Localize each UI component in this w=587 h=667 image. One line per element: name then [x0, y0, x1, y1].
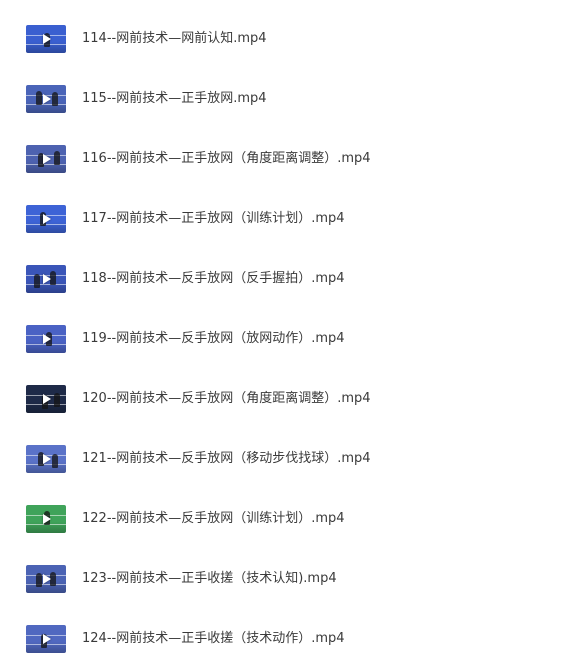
play-icon [43, 94, 51, 104]
file-name[interactable]: 121--网前技术—反手放网（移动步伐找球）.mp4 [82, 450, 371, 468]
play-icon [43, 634, 51, 644]
video-thumbnail-icon[interactable] [26, 25, 66, 53]
play-icon [43, 394, 51, 404]
file-name[interactable]: 114--网前技术—网前认知.mp4 [82, 30, 267, 48]
file-row[interactable]: 124--网前技术—正手收搓（技术动作）.mp4 [0, 619, 587, 659]
file-row[interactable]: 116--网前技术—正手放网（角度距离调整）.mp4 [0, 139, 587, 179]
video-thumbnail-icon[interactable] [26, 565, 66, 593]
court-line [26, 164, 66, 165]
play-icon [43, 34, 51, 44]
file-name[interactable]: 115--网前技术—正手放网.mp4 [82, 90, 267, 108]
file-row[interactable]: 123--网前技术—正手收搓（技术认知).mp4 [0, 559, 587, 599]
player-silhouette [36, 91, 42, 105]
file-name[interactable]: 118--网前技术—反手放网（反手握拍）.mp4 [82, 270, 345, 288]
play-icon [43, 214, 51, 224]
file-name[interactable]: 116--网前技术—正手放网（角度距离调整）.mp4 [82, 150, 371, 168]
play-icon [43, 454, 51, 464]
video-thumbnail-icon[interactable] [26, 385, 66, 413]
player-silhouette [54, 151, 60, 165]
file-name[interactable]: 119--网前技术—反手放网（放网动作）.mp4 [82, 330, 345, 348]
court-line [26, 104, 66, 105]
video-thumbnail-icon[interactable] [26, 265, 66, 293]
file-list: 114--网前技术—网前认知.mp4 115--网前技术—正手放网.mp4 116-… [0, 0, 587, 667]
video-thumbnail-icon[interactable] [26, 205, 66, 233]
file-row[interactable]: 121--网前技术—反手放网（移动步伐找球）.mp4 [0, 439, 587, 479]
file-name[interactable]: 117--网前技术—正手放网（训练计划）.mp4 [82, 210, 345, 228]
court-line [26, 464, 66, 465]
court-line [26, 584, 66, 585]
court-line [26, 224, 66, 225]
player-silhouette [52, 92, 58, 106]
video-thumbnail-icon[interactable] [26, 445, 66, 473]
file-row[interactable]: 117--网前技术—正手放网（训练计划）.mp4 [0, 199, 587, 239]
player-silhouette [52, 454, 58, 468]
video-thumbnail-icon[interactable] [26, 325, 66, 353]
player-silhouette [34, 274, 40, 288]
video-thumbnail-icon[interactable] [26, 505, 66, 533]
play-icon [43, 154, 51, 164]
file-name[interactable]: 123--网前技术—正手收搓（技术认知).mp4 [82, 570, 337, 588]
file-name[interactable]: 122--网前技术—反手放网（训练计划）.mp4 [82, 510, 345, 528]
video-thumbnail-icon[interactable] [26, 85, 66, 113]
file-name[interactable]: 124--网前技术—正手收搓（技术动作）.mp4 [82, 630, 345, 648]
file-row[interactable]: 115--网前技术—正手放网.mp4 [0, 79, 587, 119]
video-thumbnail-icon[interactable] [26, 145, 66, 173]
file-row[interactable]: 118--网前技术—反手放网（反手握拍）.mp4 [0, 259, 587, 299]
file-row[interactable]: 119--网前技术—反手放网（放网动作）.mp4 [0, 319, 587, 359]
player-silhouette [54, 393, 60, 407]
court-line [26, 284, 66, 285]
video-thumbnail-icon[interactable] [26, 625, 66, 653]
play-icon [43, 574, 51, 584]
player-silhouette [36, 573, 42, 587]
file-name[interactable]: 120--网前技术—反手放网（角度距离调整）.mp4 [82, 390, 371, 408]
play-icon [43, 274, 51, 284]
play-icon [43, 514, 51, 524]
play-icon [43, 334, 51, 344]
file-row[interactable]: 114--网前技术—网前认知.mp4 [0, 19, 587, 59]
file-row[interactable]: 122--网前技术—反手放网（训练计划）.mp4 [0, 499, 587, 539]
file-row[interactable]: 120--网前技术—反手放网（角度距离调整）.mp4 [0, 379, 587, 419]
